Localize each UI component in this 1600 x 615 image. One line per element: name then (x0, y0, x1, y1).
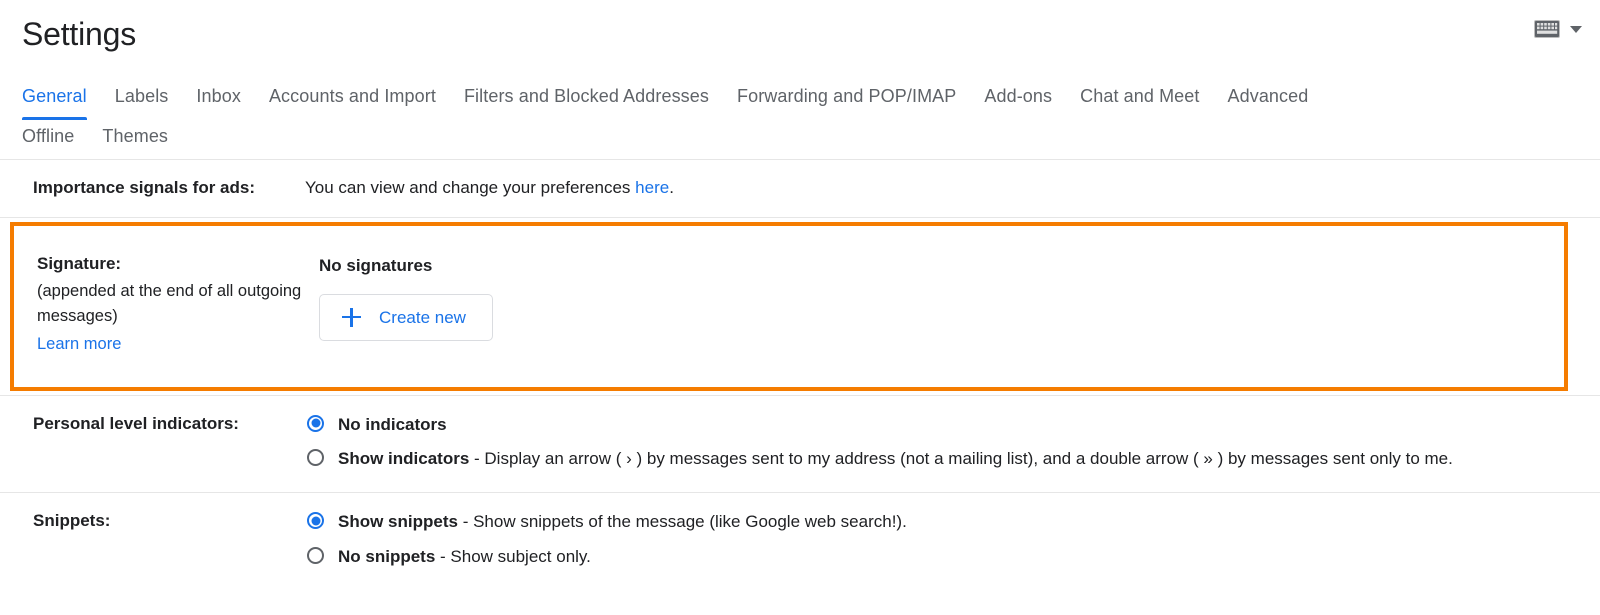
radio-show-indicators[interactable] (307, 449, 324, 467)
radio-no-snippets-rest: - Show subject only. (435, 546, 591, 566)
radio-show-indicators-bold: Show indicators (338, 449, 470, 469)
divider-above-signature (0, 216, 1600, 218)
tabs-row-secondary: Offline Themes (22, 120, 1600, 159)
radio-no-indicators-bold: No indicators (338, 414, 447, 434)
header-actions (1534, 20, 1582, 38)
radio-show-snippets-bold: Show snippets (338, 512, 458, 532)
tabs-row-primary: General Labels Inbox Accounts and Import… (22, 68, 1600, 120)
page-header: Settings (0, 0, 1600, 68)
importance-signals-content: You can view and change your preferences… (305, 174, 1600, 203)
signature-label-sub-line1: (appended at the end of all outgoing (37, 281, 302, 300)
chevron-down-icon[interactable] (1570, 25, 1582, 33)
row-signature: Signature: (appended at the end of all o… (14, 236, 1564, 373)
signature-highlight-box: Signature: (appended at the end of all o… (10, 221, 1568, 391)
radio-show-indicators-text: Show indicators - Display an arrow ( › )… (338, 444, 1453, 473)
radio-show-snippets-text: Show snippets - Show snippets of the mes… (338, 507, 907, 536)
create-new-signature-button[interactable]: Create new (319, 293, 493, 341)
radio-show-snippets[interactable] (307, 512, 324, 530)
radio-no-snippets[interactable] (307, 546, 324, 564)
radio-show-indicators-rest: - Display an arrow ( › ) by messages sen… (469, 449, 1453, 469)
tab-inbox[interactable]: Inbox (182, 68, 255, 120)
row-snippets: Snippets: Show snippets - Show snippets … (0, 493, 1600, 589)
signature-label: Signature: (appended at the end of all o… (14, 250, 319, 359)
radio-no-indicators-text: No indicators (338, 410, 447, 439)
signature-label-sub-line2: messages) (37, 307, 118, 326)
row-importance-signals: Importance signals for ads: You can view… (0, 160, 1600, 217)
signature-content: No signatures Create new (319, 250, 1564, 341)
radio-option-show-snippets[interactable]: Show snippets - Show snippets of the mes… (305, 507, 1580, 536)
radio-no-snippets-text: No snippets - Show subject only. (338, 542, 591, 571)
personal-level-indicators-content: No indicators Show indicators - Display … (305, 410, 1600, 478)
tab-chat-and-meet[interactable]: Chat and Meet (1066, 68, 1213, 120)
personal-level-indicators-label: Personal level indicators: (33, 413, 239, 433)
importance-signals-text-before: You can view and change your preferences (305, 178, 636, 197)
signature-status: No signatures (319, 255, 433, 275)
radio-option-show-indicators[interactable]: Show indicators - Display an arrow ( › )… (305, 444, 1580, 473)
tab-themes[interactable]: Themes (88, 120, 182, 159)
snippets-content: Show snippets - Show snippets of the mes… (305, 507, 1600, 575)
snippets-label: Snippets: (33, 511, 111, 531)
radio-no-indicators[interactable] (307, 414, 324, 432)
plus-icon (342, 307, 361, 327)
row-personal-level-indicators: Personal level indicators: No indicators… (0, 396, 1600, 492)
radio-option-no-snippets[interactable]: No snippets - Show subject only. (305, 542, 1580, 571)
page-title: Settings (22, 16, 137, 52)
tab-accounts-and-import[interactable]: Accounts and Import (255, 68, 450, 120)
tab-labels[interactable]: Labels (101, 68, 183, 120)
settings-tabs: General Labels Inbox Accounts and Import… (0, 68, 1600, 159)
tab-forwarding-and-pop-imap[interactable]: Forwarding and POP/IMAP (723, 68, 970, 120)
tab-add-ons[interactable]: Add-ons (970, 68, 1066, 120)
radio-no-snippets-bold: No snippets (338, 546, 436, 566)
importance-signals-text-after: . (669, 178, 674, 197)
create-new-signature-label: Create new (379, 307, 466, 327)
tab-advanced[interactable]: Advanced (1214, 68, 1323, 120)
signature-label-title: Signature: (37, 253, 122, 273)
radio-show-snippets-rest: - Show snippets of the message (like Goo… (457, 512, 907, 532)
tab-general[interactable]: General (22, 68, 101, 120)
tab-offline[interactable]: Offline (22, 120, 88, 159)
importance-signals-here-link[interactable]: here (635, 178, 669, 197)
keyboard-icon[interactable] (1534, 20, 1560, 38)
tab-filters-and-blocked-addresses[interactable]: Filters and Blocked Addresses (450, 68, 723, 120)
signature-learn-more-link[interactable]: Learn more (37, 332, 121, 358)
importance-signals-label: Importance signals for ads: (33, 178, 255, 197)
radio-option-no-indicators[interactable]: No indicators (305, 410, 1580, 439)
